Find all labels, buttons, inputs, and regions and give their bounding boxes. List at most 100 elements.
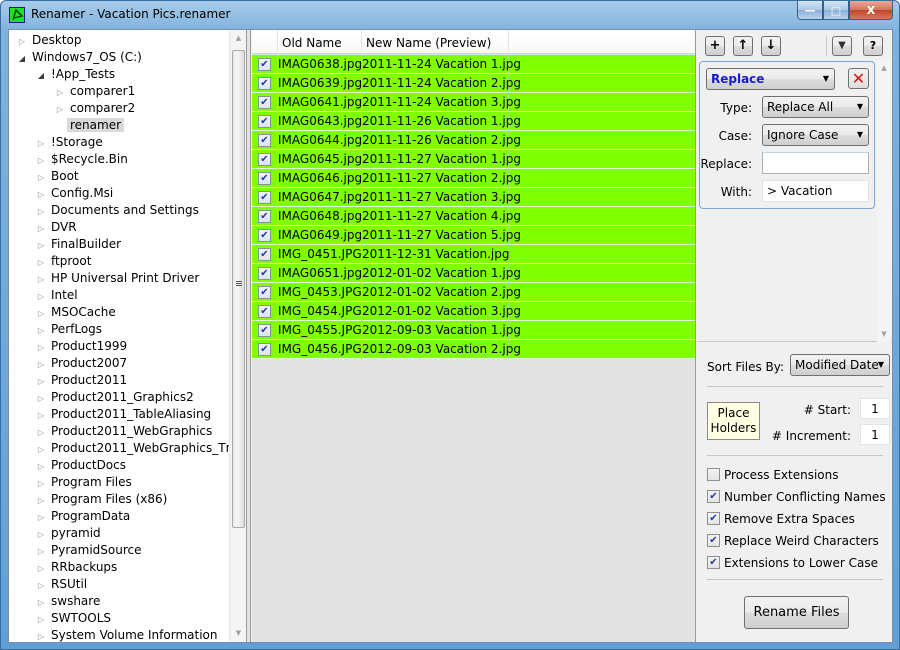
row-checkbox[interactable]: ✔ (258, 115, 271, 128)
collapsed-arrow-icon[interactable]: ▷ (53, 84, 67, 101)
splitter[interactable] (247, 30, 251, 642)
file-row[interactable]: ✔ IMAG0644.jpg 2011-11-26 Vacation 2.jpg (252, 131, 695, 150)
tree-item[interactable]: ▷ swshare (34, 593, 103, 610)
file-row[interactable]: ✔ IMAG0645.jpg 2011-11-27 Vacation 1.jpg (252, 150, 695, 169)
row-checkbox[interactable]: ✔ (258, 96, 271, 109)
tree-item[interactable]: ▷ Config.Msi (34, 185, 116, 202)
add-rule-button[interactable]: + (705, 36, 725, 56)
tree-item[interactable]: ▷ Product1999 (34, 338, 130, 355)
tree-item[interactable]: ▷ Program Files (x86) (34, 491, 170, 508)
tree-item[interactable]: ▷ Program Files (34, 474, 135, 491)
tree-item[interactable]: ▷ HP Universal Print Driver (34, 270, 202, 287)
row-checkbox[interactable]: ✔ (258, 343, 271, 356)
unchecked-box-icon[interactable] (707, 468, 720, 481)
collapsed-arrow-icon[interactable]: ▷ (34, 611, 48, 628)
tree-item[interactable]: renamer (53, 117, 125, 134)
title-bar[interactable]: Renamer - Vacation Pics.renamer — □ X (1, 1, 899, 29)
checked-box-icon[interactable]: ✔ (707, 490, 720, 503)
collapsed-arrow-icon[interactable]: ▷ (34, 186, 48, 203)
tree-item[interactable]: ▷ Desktop (15, 32, 85, 49)
row-checkbox[interactable]: ✔ (258, 153, 271, 166)
tree-item[interactable]: ▷ !Storage (34, 134, 106, 151)
close-button[interactable]: X (849, 1, 893, 20)
minimize-button[interactable]: — (797, 1, 823, 20)
file-row[interactable]: ✔ IMAG0647.jpg 2011-11-27 Vacation 3.jpg (252, 188, 695, 207)
expanded-arrow-icon[interactable]: ◢ (15, 50, 29, 67)
rule-type-dropdown[interactable]: Replace ▼ (706, 68, 835, 90)
tree-item[interactable]: ▷ RRbackups (34, 559, 120, 576)
help-button[interactable]: ? (863, 36, 883, 56)
scroll-up-icon[interactable]: ▲ (230, 30, 246, 47)
tree-item[interactable]: ▷ PerfLogs (34, 321, 105, 338)
tree-item[interactable]: ▷ RSUtil (34, 576, 90, 593)
row-checkbox[interactable]: ✔ (258, 58, 271, 71)
replace-input[interactable] (762, 152, 869, 174)
collapsed-arrow-icon[interactable]: ▷ (34, 577, 48, 594)
collapsed-arrow-icon[interactable]: ▷ (34, 271, 48, 288)
collapsed-arrow-icon[interactable]: ▷ (34, 458, 48, 475)
row-checkbox[interactable]: ✔ (258, 324, 271, 337)
file-row[interactable]: ✔ IMG_0451.JPG 2011-12-31 Vacation.jpg (252, 245, 695, 264)
collapsed-arrow-icon[interactable]: ▷ (34, 152, 48, 169)
tree-item[interactable]: ▷ Product2011_TableAliasing (34, 406, 214, 423)
collapsed-arrow-icon[interactable]: ▷ (34, 543, 48, 560)
file-row[interactable]: ✔ IMAG0643.jpg 2011-11-26 Vacation 1.jpg (252, 112, 695, 131)
tree-item[interactable]: ◢ Windows7_OS (C:) (15, 49, 145, 66)
tree-item[interactable]: ▷ SWTOOLS (34, 610, 114, 627)
collapsed-arrow-icon[interactable]: ▷ (34, 594, 48, 611)
tree-item[interactable]: ▷ Intel (34, 287, 81, 304)
folder-tree[interactable]: ▷ Desktop ◢ Windows7_OS (C:) ◢ !App_Tests ▷ com… (9, 30, 247, 642)
tree-item[interactable]: ▷ DVR (34, 219, 80, 236)
scrollbar-thumb[interactable] (232, 50, 245, 528)
collapsed-arrow-icon[interactable]: ▷ (34, 475, 48, 492)
collapsed-arrow-icon[interactable]: ▷ (34, 220, 48, 237)
case-dropdown[interactable]: Ignore Case ▼ (762, 124, 869, 146)
file-row[interactable]: ✔ IMAG0639.jpg 2011-11-24 Vacation 2.jpg (252, 74, 695, 93)
collapsed-arrow-icon[interactable]: ▷ (34, 135, 48, 152)
delete-rule-button[interactable]: ✕ (848, 68, 869, 89)
tree-item[interactable]: ▷ Boot (34, 168, 82, 185)
collapsed-arrow-icon[interactable]: ▷ (34, 288, 48, 305)
tree-item[interactable]: ▷ ProgramData (34, 508, 133, 525)
start-input[interactable]: 1 (860, 398, 890, 419)
increment-input[interactable]: 1 (860, 424, 890, 445)
tree-item[interactable]: ▷ Product2011 (34, 372, 130, 389)
row-checkbox[interactable]: ✔ (258, 134, 271, 147)
rename-files-button[interactable]: Rename Files (744, 596, 849, 629)
tree-item[interactable]: ▷ comparer1 (53, 83, 138, 100)
file-row[interactable]: ✔ IMAG0648.jpg 2011-11-27 Vacation 4.jpg (252, 207, 695, 226)
collapsed-arrow-icon[interactable]: ▷ (34, 305, 48, 322)
expanded-arrow-icon[interactable]: ◢ (34, 67, 48, 84)
collapsed-arrow-icon[interactable]: ▷ (34, 254, 48, 271)
tree-item[interactable]: ▷ Documents and Settings (34, 202, 202, 219)
move-up-button[interactable]: ↑ (733, 36, 753, 56)
rule-menu-button[interactable]: ▼ (832, 36, 852, 56)
file-row[interactable]: ✔ IMAG0641.jpg 2011-11-24 Vacation 3.jpg (252, 93, 695, 112)
rules-scrollbar[interactable]: ▲ ▼ (877, 60, 891, 342)
scroll-down-icon[interactable]: ▼ (230, 625, 246, 642)
tree-item[interactable]: ▷ ftproot (34, 253, 94, 270)
option-checkbox[interactable]: ✔ Replace Weird Characters (707, 533, 879, 549)
tree-item[interactable]: ▷ ProductDocs (34, 457, 129, 474)
tree-item[interactable]: ▷ FinalBuilder (34, 236, 124, 253)
tree-item[interactable]: ▷ Product2011_Graphics2 (34, 389, 197, 406)
file-row[interactable]: ✔ IMG_0455.JPG 2012-09-03 Vacation 1.jpg (252, 321, 695, 340)
file-row[interactable]: ✔ IMG_0453.JPG 2012-01-02 Vacation 2.jpg (252, 283, 695, 302)
file-row[interactable]: ✔ IMAG0649.jpg 2011-11-27 Vacation 5.jpg (252, 226, 695, 245)
row-checkbox[interactable]: ✔ (258, 248, 271, 261)
collapsed-arrow-icon[interactable]: ▷ (34, 373, 48, 390)
collapsed-arrow-icon[interactable]: ▷ (34, 322, 48, 339)
checked-box-icon[interactable]: ✔ (707, 556, 720, 569)
file-row[interactable]: ✔ IMAG0638.jpg 2011-11-24 Vacation 1.jpg (252, 55, 695, 74)
tree-item[interactable]: ▷ PyramidSource (34, 542, 144, 559)
tree-item[interactable]: ▷ Product2011_WebGraphics_Tmp (34, 440, 246, 457)
maximize-button[interactable]: □ (823, 1, 849, 20)
collapsed-arrow-icon[interactable]: ▷ (34, 356, 48, 373)
tree-item[interactable]: ▷ $Recycle.Bin (34, 151, 131, 168)
option-checkbox[interactable]: ✔ Number Conflicting Names (707, 489, 886, 505)
file-row[interactable]: ✔ IMAG0651.jpg 2012-01-02 Vacation 1.jpg (252, 264, 695, 283)
collapsed-arrow-icon[interactable]: ▷ (34, 407, 48, 424)
tree-item[interactable]: ▷ System Volume Information (34, 627, 220, 642)
tree-scrollbar[interactable]: ▲ ▼ (229, 30, 246, 642)
column-header-new-name[interactable]: New Name (Preview) (362, 30, 509, 54)
